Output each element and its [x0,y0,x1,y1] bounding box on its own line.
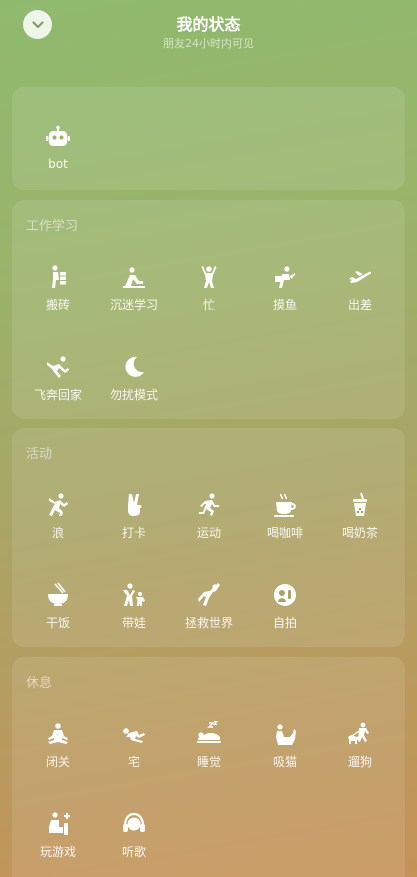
robot-icon [46,125,70,146]
lying-icon [123,728,145,743]
header: 我的状态 朋友24小时内可见 [0,0,417,70]
status-item-label: 睡觉 [196,755,221,769]
gaming-icon [49,812,70,835]
bot-card: bot [12,87,405,190]
dog-icon [348,722,369,744]
status-item-label: 运动 [196,526,221,540]
status-item-label: 勿扰模式 [109,388,158,402]
status-item-label: 闭关 [45,755,70,769]
status-item-eating[interactable]: 干饭 [20,578,96,638]
jumping-icon [49,493,68,516]
status-item-coffee[interactable]: 喝咖啡 [247,488,323,548]
status-item-childcare[interactable]: 带娃 [96,578,172,638]
section-title: 工作学习 [26,219,79,234]
section-work-study: 工作学习 搬砖 沉迷学习 忙 摸鱼 出差 飞奔回家 勿扰模式 [12,200,405,419]
brick-carrying-icon [52,265,66,288]
status-item-label: 打卡 [121,526,146,540]
peace-hand-icon [128,494,142,516]
status-item-homebody[interactable]: 宅 [96,717,172,777]
status-item-label: 摸鱼 [272,298,297,312]
coffee-icon [274,493,296,517]
page-title: 我的状态 [176,15,241,34]
superhero-icon [198,583,220,606]
status-item-wave[interactable]: 浪 [20,488,96,548]
status-item-walk-dog[interactable]: 遛狗 [322,717,398,777]
bubble-tea-icon [353,492,367,516]
status-item-label: 自拍 [272,616,297,630]
status-item-label: 沉迷学习 [109,298,158,312]
moon-icon [125,356,144,377]
status-item-milk-tea[interactable]: 喝奶茶 [322,488,398,548]
status-item-label: 出差 [347,298,372,312]
status-item-label: 吸猫 [272,755,297,769]
slacking-icon [275,266,295,288]
cat-icon [276,724,296,745]
status-item-busy[interactable]: 忙 [171,260,247,320]
status-item-label: 浪 [51,526,64,540]
status-item-bot[interactable]: bot [20,121,96,181]
status-item-seclusion[interactable]: 闭关 [20,717,96,777]
status-item-label: 带娃 [121,616,146,630]
status-item-label: 遛狗 [347,755,372,769]
status-item-slacking[interactable]: 摸鱼 [247,260,323,320]
airplane-icon [349,271,372,283]
status-item-brick[interactable]: 搬砖 [20,260,96,320]
status-item-cat[interactable]: 吸猫 [247,717,323,777]
status-item-save-world[interactable]: 拯救世界 [171,578,247,638]
status-item-label: 听歌 [121,845,146,859]
rice-bowl-icon [48,582,68,606]
section-rest: 休息 闭关 宅 睡觉 吸猫 遛狗 玩游戏 听歌 [12,657,405,877]
status-item-exercise[interactable]: 运动 [171,488,247,548]
status-item-gaming[interactable]: 玩游戏 [20,807,96,867]
busy-icon [201,266,217,288]
status-item-label: 忙 [202,298,215,312]
status-item-label: 飞奔回家 [33,388,82,402]
status-item-business-trip[interactable]: 出差 [322,260,398,320]
status-item-label: 搬砖 [45,298,70,312]
status-item-label: 拯救世界 [184,616,233,630]
status-item-label: 干饭 [45,616,70,630]
headphones-icon [123,812,145,832]
sleeping-icon [197,721,221,743]
status-item-do-not-disturb[interactable]: 勿扰模式 [96,350,172,410]
selfie-icon [274,584,296,606]
section-title: 活动 [26,447,53,462]
running-home-icon [47,356,69,378]
status-item-label: 喝咖啡 [266,526,303,540]
section-title: 休息 [26,676,53,691]
status-item-label: 喝奶茶 [341,526,378,540]
status-item-study[interactable]: 沉迷学习 [96,260,172,320]
meditation-icon [48,723,68,744]
status-item-checkin[interactable]: 打卡 [96,488,172,548]
status-item-label: bot [48,157,68,171]
status-item-selfie[interactable]: 自拍 [247,578,323,638]
section-activity: 活动 浪 打卡 运动 喝咖啡 喝奶茶 干饭 带娃 拯救世界 自拍 [12,428,405,647]
status-item-music[interactable]: 听歌 [96,807,172,867]
status-item-running-home[interactable]: 飞奔回家 [20,350,96,410]
status-item-label: 宅 [127,755,140,769]
status-item-label: 玩游戏 [39,845,76,859]
studying-icon [123,267,145,288]
status-item-sleep[interactable]: 睡觉 [171,717,247,777]
running-icon [199,493,219,516]
page-subtitle: 朋友24小时内可见 [163,37,254,50]
parent-child-icon [123,583,145,606]
